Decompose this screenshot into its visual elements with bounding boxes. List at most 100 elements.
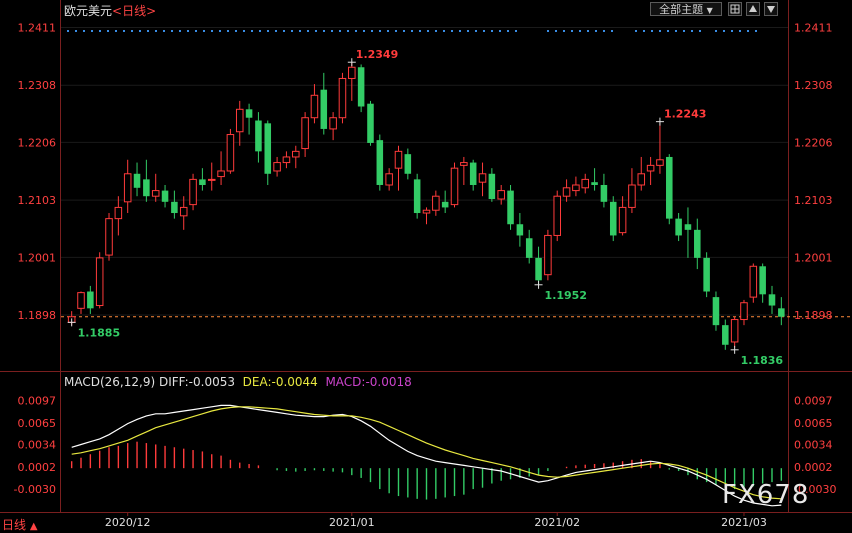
candle-body <box>703 257 710 292</box>
price-tick-right: 1.2411 <box>794 21 833 34</box>
candle-body <box>469 162 477 185</box>
macd-dea-value: DEA:-0.0044 <box>242 375 318 389</box>
price-tick-left: 1.1898 <box>18 309 57 322</box>
candle-body <box>749 265 758 298</box>
candle-body <box>740 302 748 321</box>
candle-body <box>497 190 505 200</box>
dot-marker <box>411 30 413 32</box>
dot-marker <box>347 30 349 32</box>
price-tick-left: 1.2308 <box>18 79 57 92</box>
candle-body <box>591 182 598 185</box>
dot-marker <box>491 30 493 32</box>
dot-marker <box>451 30 453 32</box>
dot-marker <box>139 30 141 32</box>
period-next-button[interactable]: > <box>146 4 156 18</box>
dot-marker <box>331 30 333 32</box>
dot-marker <box>395 30 397 32</box>
candle-body <box>460 162 468 166</box>
theme-dropdown-label: 全部主题 <box>659 3 704 16</box>
candle-body <box>255 120 262 152</box>
annotation-low1: 1.1885 <box>78 326 120 339</box>
dot-marker <box>203 30 205 32</box>
date-tick-label: 2020/12 <box>105 516 151 529</box>
candle-body <box>694 229 701 258</box>
price-tick-left: 1.2103 <box>18 194 57 207</box>
up-button[interactable] <box>746 2 760 16</box>
candle-body <box>282 156 291 164</box>
candle-body <box>348 66 356 79</box>
candle-body <box>562 187 571 197</box>
dot-marker <box>555 30 557 32</box>
dot-marker <box>251 30 253 32</box>
dot-marker <box>723 30 725 32</box>
candle-body <box>199 179 206 185</box>
dot-marker <box>299 30 301 32</box>
price-tick-left: 1.2411 <box>18 21 57 34</box>
price-tick-right: 1.2206 <box>794 136 833 149</box>
grid-icon <box>730 4 740 14</box>
price-tick-left: 1.2206 <box>18 136 57 149</box>
candle-body <box>338 77 347 119</box>
theme-dropdown[interactable]: 全部主题 ▼ <box>650 2 722 16</box>
candle-body <box>151 190 160 197</box>
macd-macd-value: MACD:-0.0018 <box>325 375 412 389</box>
candlestick-chart: 1.2411 1.2411 1.2308 1.2308 1.2206 1.2206 1.21… <box>0 0 852 529</box>
candle-body <box>310 94 319 119</box>
price-tick-right: 1.1898 <box>794 309 833 322</box>
candle-body <box>273 162 281 172</box>
candle-body <box>618 206 627 234</box>
candle-body <box>675 218 682 236</box>
candle-body <box>95 257 104 307</box>
dot-marker <box>315 30 317 32</box>
candle-body <box>235 108 244 133</box>
candle-body <box>666 156 673 219</box>
dot-marker <box>475 30 477 32</box>
date-tick-label: 2021/01 <box>329 516 375 529</box>
dot-marker <box>603 30 605 32</box>
candle-body <box>329 117 337 130</box>
chart-root: 1.2411 1.2411 1.2308 1.2308 1.2206 1.2206 1.21… <box>0 0 852 532</box>
macd-tick-right: 0.0097 <box>794 395 833 408</box>
candle-body <box>759 266 766 295</box>
dot-marker <box>123 30 125 32</box>
candle-body <box>105 218 113 256</box>
dot-marker <box>83 30 85 32</box>
candle-body <box>432 195 440 211</box>
zoom-window-button[interactable] <box>728 2 742 16</box>
dot-marker <box>403 30 405 32</box>
annotation-low3: 1.1836 <box>741 354 784 367</box>
macd-tick-right: 0.0034 <box>794 438 833 451</box>
dot-marker <box>187 30 189 32</box>
dot-marker <box>419 30 421 32</box>
candle-body <box>367 103 374 143</box>
dot-marker <box>307 30 309 32</box>
dot-marker <box>571 30 573 32</box>
dot-marker <box>507 30 509 32</box>
chevron-down-icon: ▼ <box>706 6 713 15</box>
candle-body <box>143 179 150 197</box>
dot-marker <box>755 30 757 32</box>
date-tick-label: 2021/03 <box>721 516 767 529</box>
dot-marker <box>155 30 157 32</box>
dot-marker <box>427 30 429 32</box>
candle-body <box>488 173 496 200</box>
dot-marker <box>171 30 173 32</box>
dot-marker <box>699 30 701 32</box>
candle-body <box>684 224 692 230</box>
dot-marker <box>435 30 437 32</box>
candle-body <box>217 170 225 178</box>
macd-tick-right: 0.0065 <box>794 417 833 430</box>
down-button[interactable] <box>764 2 778 16</box>
dot-marker <box>563 30 565 32</box>
dot-marker <box>499 30 501 32</box>
dot-marker <box>675 30 677 32</box>
period-prev-button[interactable]: < <box>112 4 122 18</box>
candle-body <box>637 173 646 186</box>
dot-marker <box>691 30 693 32</box>
candle-body <box>646 164 655 172</box>
dot-marker <box>715 30 717 32</box>
period-tab[interactable]: 日线 ▲ <box>2 516 38 533</box>
dot-marker <box>595 30 597 32</box>
macd-params: MACD(26,12,9) <box>64 375 156 389</box>
arrow-up-icon <box>749 5 757 12</box>
